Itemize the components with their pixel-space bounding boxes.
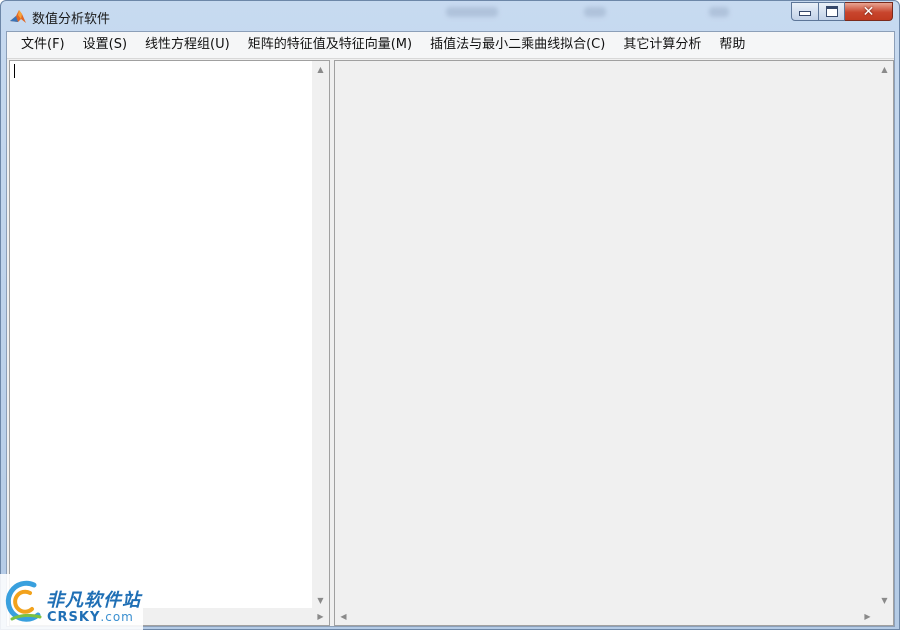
input-text-pane[interactable]: ▲ ▼ ◀ ▶ (9, 60, 330, 626)
title-bar[interactable]: 数值分析软件 ✕ (1, 1, 899, 31)
scroll-right-icon[interactable]: ▶ (312, 608, 329, 625)
blurred-title-fragment (446, 7, 498, 17)
left-vertical-scrollbar[interactable]: ▲ ▼ (312, 61, 329, 609)
watermark-en-text: CRSKY.com (47, 610, 134, 625)
right-horizontal-scrollbar[interactable]: ◀ ▶ (335, 608, 876, 625)
watermark-cn-text: 非凡软件站 (46, 590, 141, 611)
close-button[interactable]: ✕ (845, 2, 893, 21)
scroll-right-icon[interactable]: ▶ (859, 608, 876, 625)
blurred-title-fragment (709, 7, 729, 17)
matlab-icon (10, 10, 26, 23)
watermark-en-sub: .com (100, 610, 134, 624)
scroll-up-icon[interactable]: ▲ (876, 61, 893, 78)
scroll-down-icon[interactable]: ▼ (876, 592, 893, 609)
text-caret (14, 64, 15, 78)
right-vertical-scrollbar[interactable]: ▲ ▼ (876, 61, 893, 609)
window-controls: ✕ (791, 2, 893, 21)
app-window: 数值分析软件 ✕ 文件(F) 设置(S) 线性方程组(U) 矩阵的特征值及特征向… (0, 0, 900, 630)
menu-file[interactable]: 文件(F) (7, 34, 74, 56)
output-pane: ▲ ▼ ◀ ▶ (334, 60, 894, 626)
menu-linear-equations[interactable]: 线性方程组(U) (136, 34, 239, 56)
close-icon: ✕ (862, 3, 875, 20)
menu-eigenvalues[interactable]: 矩阵的特征值及特征向量(M) (239, 34, 421, 56)
scroll-left-icon[interactable]: ◀ (335, 608, 352, 625)
watermark-logo-icon (5, 580, 42, 622)
blurred-title-fragment (584, 7, 606, 17)
minimize-button[interactable] (791, 2, 819, 21)
menu-help[interactable]: 帮助 (710, 34, 754, 56)
menu-other-analysis[interactable]: 其它计算分析 (614, 34, 710, 56)
window-title: 数值分析软件 (32, 12, 111, 27)
maximize-icon (825, 6, 838, 17)
minimize-icon (799, 11, 811, 16)
menu-interpolation[interactable]: 插值法与最小二乘曲线拟合(C) (421, 34, 614, 56)
scroll-down-icon[interactable]: ▼ (312, 592, 329, 609)
menu-bar: 文件(F) 设置(S) 线性方程组(U) 矩阵的特征值及特征向量(M) 插值法与… (7, 32, 894, 59)
watermark-en-main: CRSKY (47, 610, 101, 625)
maximize-button[interactable] (819, 2, 845, 21)
scroll-up-icon[interactable]: ▲ (312, 61, 329, 78)
client-area: 文件(F) 设置(S) 线性方程组(U) 矩阵的特征值及特征向量(M) 插值法与… (6, 31, 895, 627)
watermark: 非凡软件站 CRSKY.com (0, 574, 143, 630)
menu-settings[interactable]: 设置(S) (74, 34, 136, 56)
